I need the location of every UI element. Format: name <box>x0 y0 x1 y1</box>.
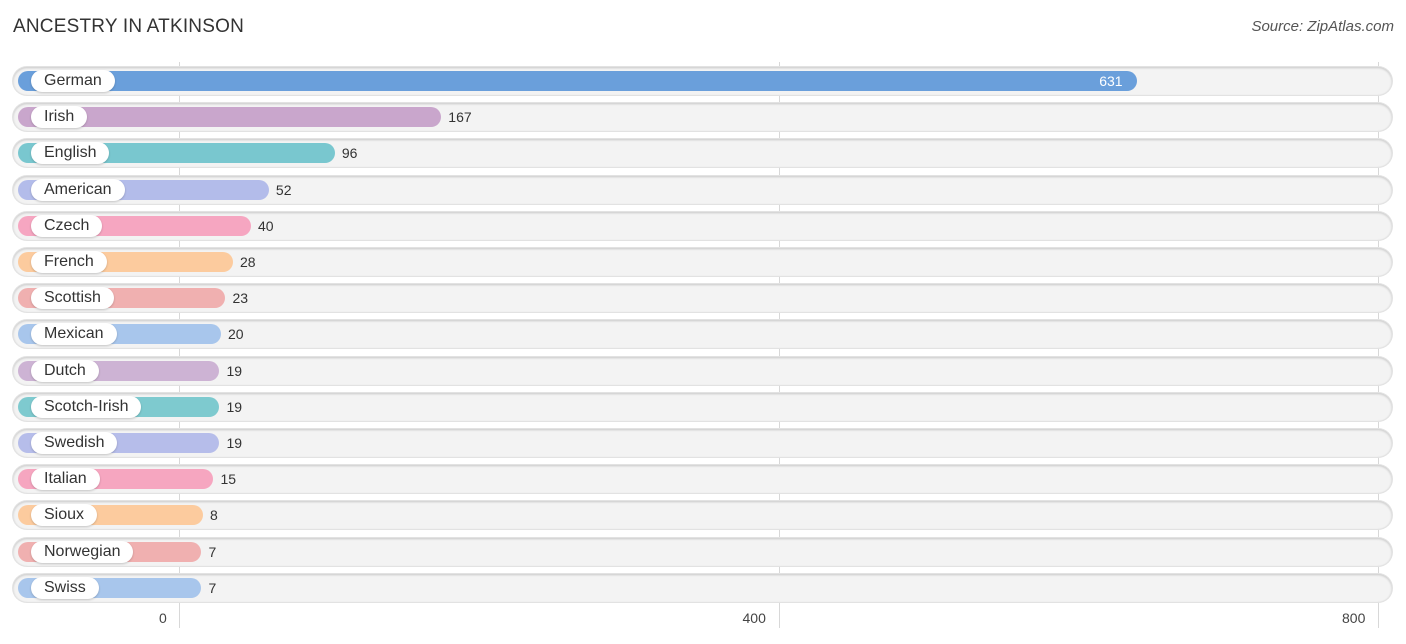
category-label: Swiss <box>31 576 99 599</box>
bar-track <box>13 573 1392 602</box>
data-label: 7 <box>208 579 217 596</box>
data-label: 19 <box>226 398 243 415</box>
category-label: Dutch <box>31 359 99 382</box>
category-label: Italian <box>31 468 100 491</box>
category-label: Sioux <box>31 504 98 527</box>
bar-track <box>13 501 1392 530</box>
data-label: 167 <box>448 109 472 126</box>
x-tick-label: 400 <box>742 610 766 626</box>
category-label: Mexican <box>31 323 117 346</box>
data-label: 7 <box>208 543 217 560</box>
data-label: 40 <box>257 217 274 234</box>
category-label: Irish <box>31 106 88 129</box>
data-label: 23 <box>232 290 249 307</box>
data-label: 631 <box>1099 73 1123 89</box>
bar-track <box>13 356 1392 385</box>
data-label: 19 <box>226 435 243 451</box>
category-label: Scotch-Irish <box>31 395 142 418</box>
data-label: 15 <box>220 471 237 488</box>
bar-track <box>13 429 1392 457</box>
bar-track <box>13 537 1392 566</box>
data-label: 19 <box>226 362 243 379</box>
category-label: German <box>31 70 115 92</box>
category-label: American <box>31 178 125 201</box>
data-label: 20 <box>227 326 244 343</box>
category-label: Norwegian <box>31 540 134 563</box>
x-tick-label: 0 <box>159 610 167 626</box>
category-label: Scottish <box>31 287 114 310</box>
category-label: English <box>31 142 110 165</box>
x-tick-label: 800 <box>1342 610 1366 626</box>
bar <box>18 71 1137 91</box>
bar-chart: 0 400 800 German 631 Irish 167 English 96 America… <box>0 0 1406 644</box>
data-label: 52 <box>275 181 292 198</box>
data-label: 96 <box>341 145 358 162</box>
bar-track <box>13 392 1392 421</box>
category-label: Czech <box>31 214 103 237</box>
category-label: Swedish <box>31 432 118 454</box>
data-label: 28 <box>239 254 256 270</box>
data-label: 8 <box>209 507 218 524</box>
category-label: French <box>31 251 107 273</box>
